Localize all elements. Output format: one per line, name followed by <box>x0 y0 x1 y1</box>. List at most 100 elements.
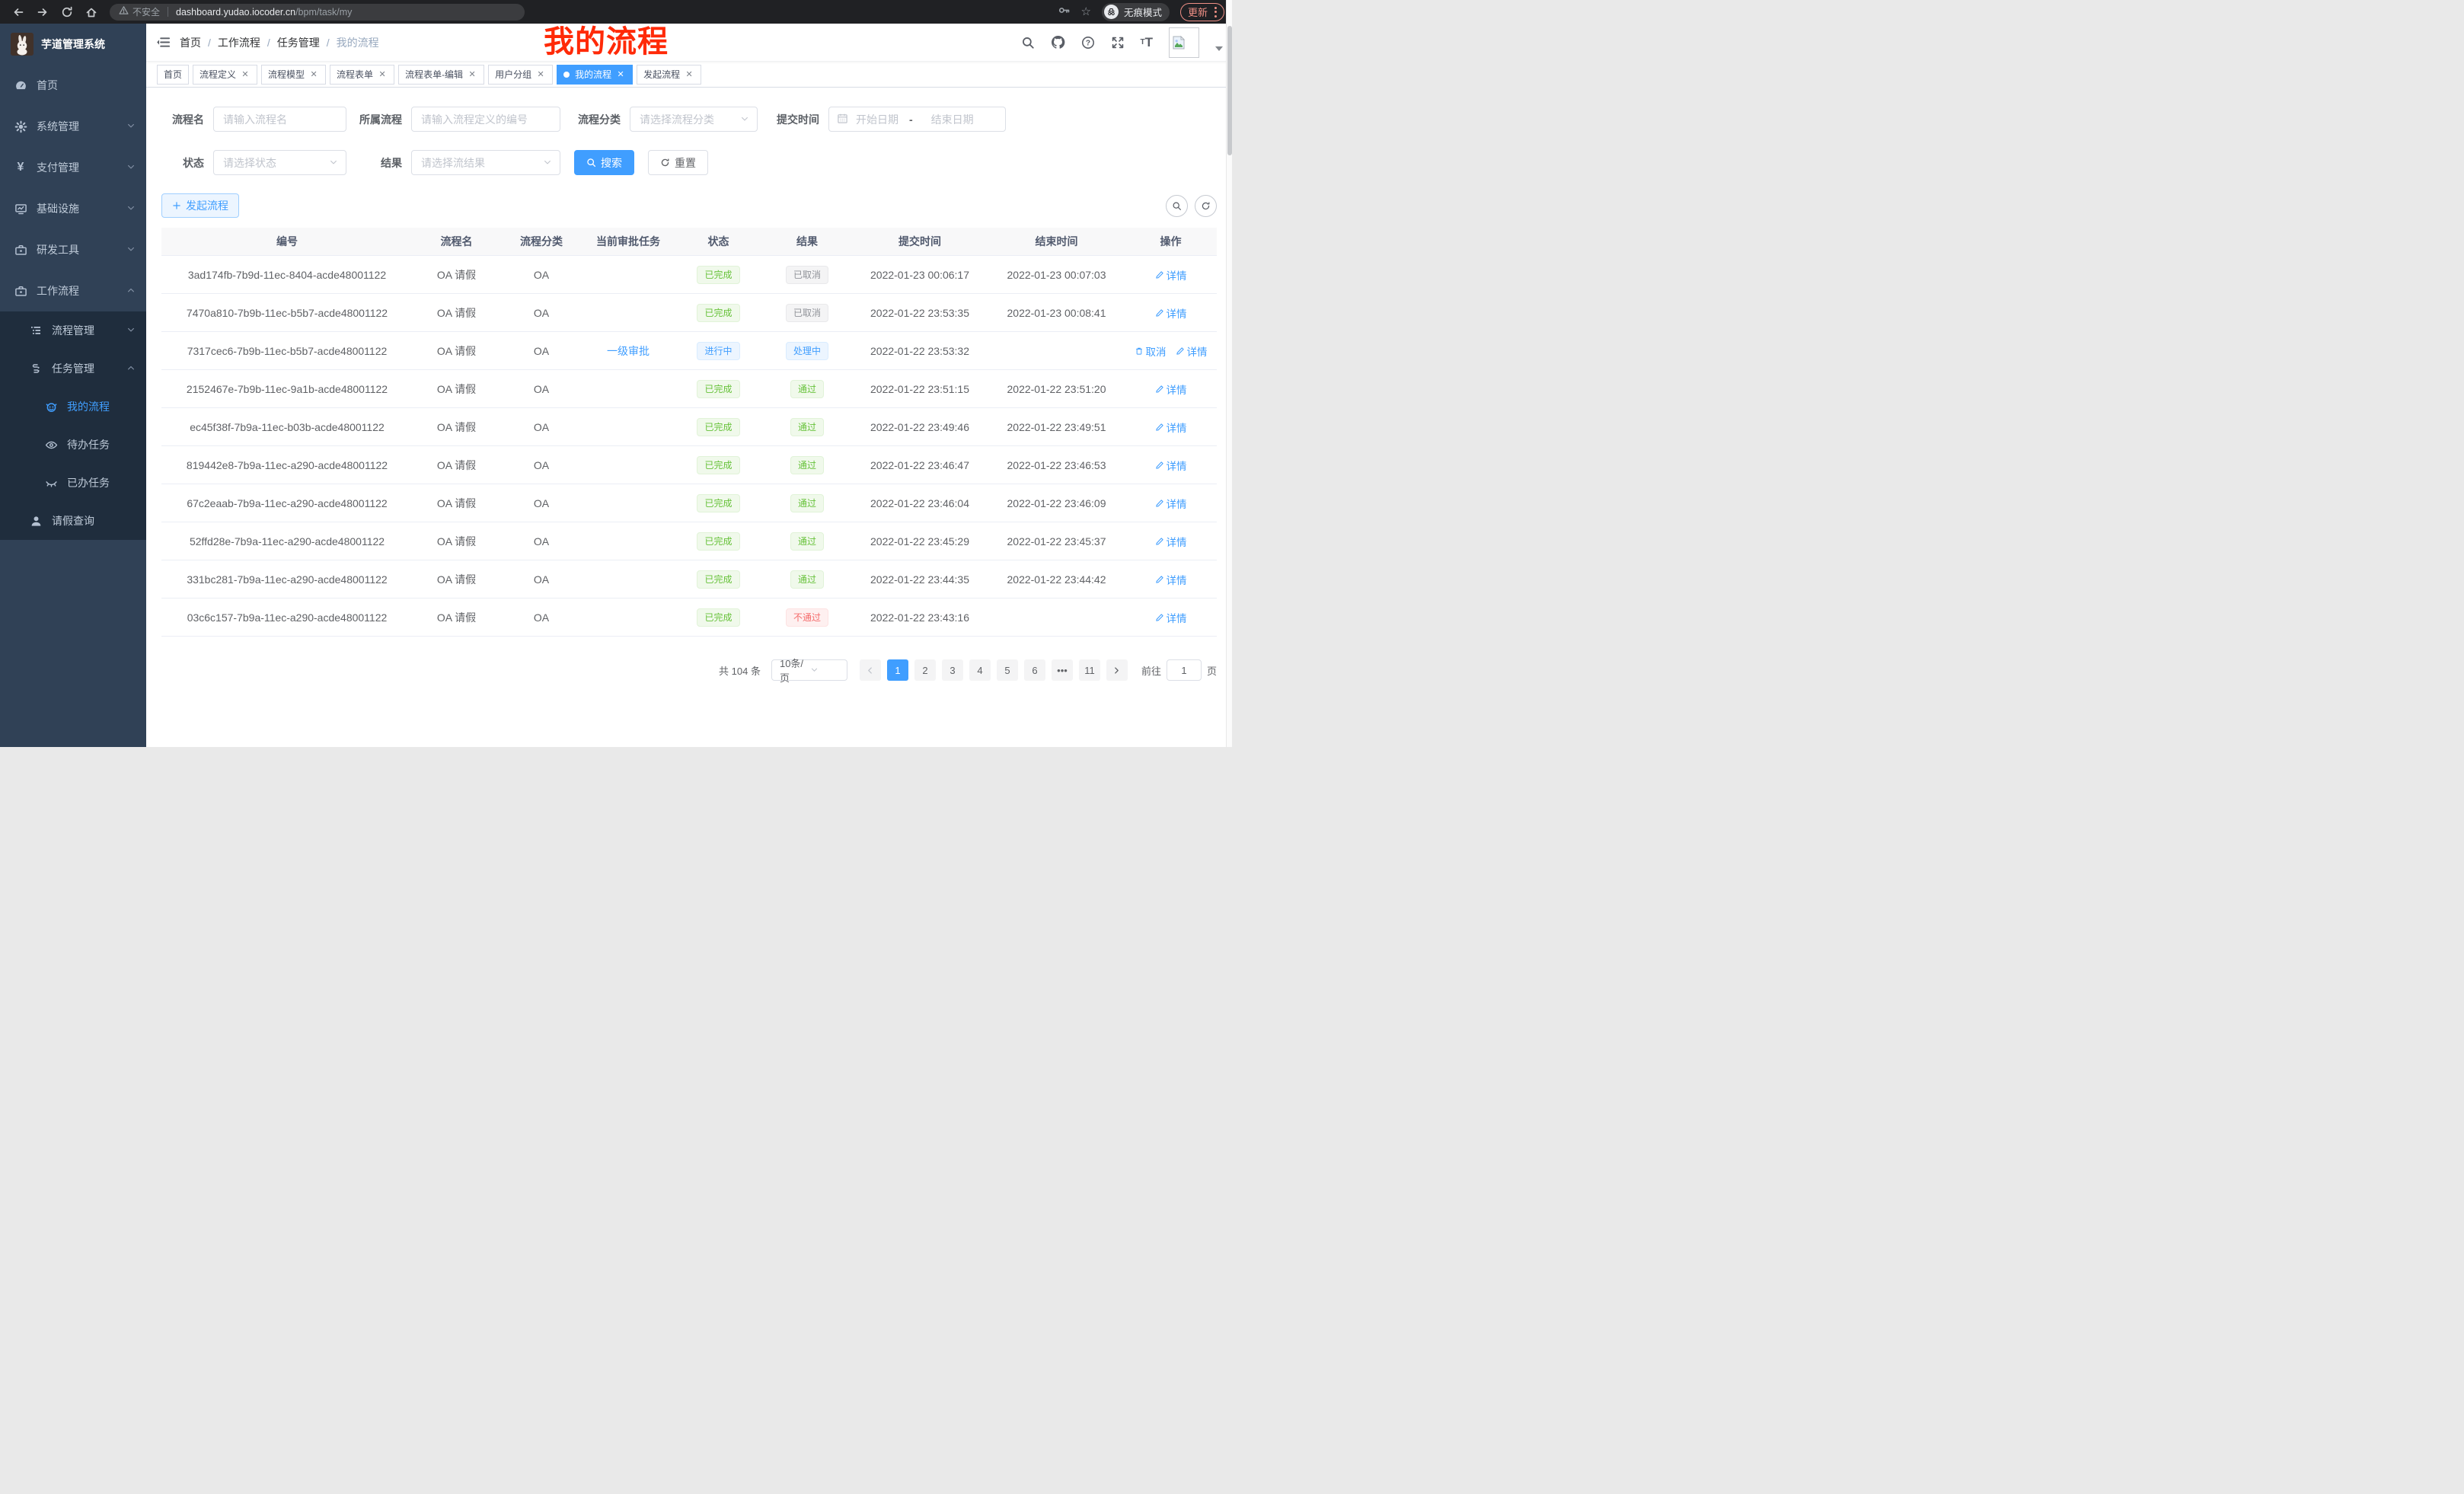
breadcrumb-current: 我的流程 <box>337 35 379 50</box>
password-key-icon[interactable] <box>1058 4 1071 21</box>
sidebar-item-process-mgmt[interactable]: 流程管理 <box>0 311 146 350</box>
status-badge: 已完成 <box>697 418 739 436</box>
sidebar-item-workflow[interactable]: 工作流程 <box>0 270 146 311</box>
browser-update-button[interactable]: 更新 <box>1180 3 1224 21</box>
browser-reload-icon[interactable] <box>61 6 73 18</box>
process-definition-input[interactable] <box>411 107 560 132</box>
page-button-1[interactable]: 1 <box>887 659 908 681</box>
current-task-link[interactable]: 一级审批 <box>607 343 650 359</box>
tab-start-process[interactable]: 发起流程✕ <box>637 65 701 85</box>
bookmark-star-icon[interactable]: ☆ <box>1081 6 1091 18</box>
sidebar-item-todo-tasks[interactable]: 待办任务 <box>0 426 146 464</box>
refresh-button[interactable] <box>1195 195 1217 217</box>
tab-process-form-edit[interactable]: 流程表单-编辑✕ <box>398 65 484 85</box>
detail-link[interactable]: 详情 <box>1155 381 1187 397</box>
fullscreen-icon[interactable] <box>1111 36 1125 49</box>
submit-time-range-picker[interactable]: 开始日期 - 结束日期 <box>828 107 1006 132</box>
page-button-4[interactable]: 4 <box>969 659 991 681</box>
sidebar-item-infra[interactable]: 基础设施 <box>0 188 146 229</box>
tab-process-form[interactable]: 流程表单✕ <box>330 65 394 85</box>
scrollbar-thumb[interactable] <box>1227 26 1232 155</box>
sidebar-item-my-process[interactable]: 我的流程 <box>0 388 146 426</box>
start-process-button[interactable]: 发起流程 <box>161 193 239 218</box>
page-button-5[interactable]: 5 <box>997 659 1018 681</box>
sidebar-item-done-tasks[interactable]: 已办任务 <box>0 464 146 502</box>
github-icon[interactable] <box>1051 35 1065 49</box>
status-select[interactable]: 请选择状态 <box>213 150 346 175</box>
category-select[interactable]: 请选择流程分类 <box>630 107 758 132</box>
cancel-link[interactable]: 取消 <box>1135 343 1167 359</box>
detail-link[interactable]: 详情 <box>1155 572 1187 587</box>
result-badge: 通过 <box>790 380 824 398</box>
page-button-6[interactable]: 6 <box>1024 659 1045 681</box>
browser-home-icon[interactable] <box>85 6 97 18</box>
close-icon[interactable]: ✕ <box>615 69 626 80</box>
sidebar-item-payment[interactable]: ¥ 支付管理 <box>0 147 146 188</box>
tab-user-group[interactable]: 用户分组✕ <box>488 65 553 85</box>
close-icon[interactable]: ✕ <box>308 69 319 80</box>
detail-link[interactable]: 详情 <box>1155 305 1187 321</box>
result-select[interactable]: 请选择流结果 <box>411 150 560 175</box>
detail-link[interactable]: 详情 <box>1155 458 1187 473</box>
next-page-button[interactable] <box>1106 659 1128 681</box>
tree-list-icon <box>29 324 43 337</box>
close-icon[interactable]: ✕ <box>684 69 694 80</box>
search-icon[interactable] <box>1021 36 1035 49</box>
avatar[interactable] <box>1169 27 1199 58</box>
toggle-search-button[interactable] <box>1166 195 1188 217</box>
reset-button[interactable]: 重置 <box>648 150 708 175</box>
goto-page-input[interactable] <box>1167 659 1202 681</box>
tab-home[interactable]: 首页 <box>157 65 189 85</box>
total-count: 共 104 条 <box>719 663 761 678</box>
app-logo[interactable]: 芋道管理系统 <box>0 24 146 65</box>
detail-link[interactable]: 详情 <box>1155 267 1187 283</box>
browser-back-icon[interactable] <box>12 6 24 18</box>
scrollbar-track[interactable] <box>1226 0 1232 747</box>
tab-process-model[interactable]: 流程模型✕ <box>261 65 326 85</box>
table-row: 7317cec6-7b9b-11ec-b5b7-acde48001122 OA … <box>161 332 1217 370</box>
sidebar: 芋道管理系统 首页 系统管理 ¥ 支付管理 <box>0 24 146 747</box>
prev-page-button[interactable] <box>860 659 881 681</box>
sidebar-toggle-icon[interactable] <box>146 24 180 61</box>
detail-link[interactable]: 详情 <box>1176 343 1208 359</box>
chevron-down-icon <box>740 113 749 126</box>
sidebar-item-leave-query[interactable]: 请假查询 <box>0 502 146 540</box>
sidebar-item-task-mgmt[interactable]: 任务管理 <box>0 350 146 388</box>
sidebar-item-devtools[interactable]: 研发工具 <box>0 229 146 270</box>
sidebar-item-system[interactable]: 系统管理 <box>0 106 146 147</box>
robot-icon <box>44 401 58 413</box>
detail-link[interactable]: 详情 <box>1155 534 1187 549</box>
tab-my-process[interactable]: 我的流程✕ <box>557 65 633 85</box>
page-size-select[interactable]: 10条/页 <box>771 659 847 681</box>
breadcrumb-home[interactable]: 首页 <box>180 35 201 50</box>
more-pages-button[interactable]: ••• <box>1052 659 1073 681</box>
font-size-icon[interactable]: TT <box>1141 36 1154 49</box>
close-icon[interactable]: ✕ <box>535 69 546 80</box>
process-name-input[interactable] <box>213 107 346 132</box>
browser-forward-icon[interactable] <box>37 6 49 18</box>
close-icon[interactable]: ✕ <box>377 69 388 80</box>
url-path: /bpm/task/my <box>295 7 352 18</box>
result-badge: 通过 <box>790 418 824 436</box>
app-title: 芋道管理系统 <box>41 37 105 52</box>
browser-toolbar: 不安全 dashboard.yudao.iocoder.cn /bpm/task… <box>0 0 1232 24</box>
close-icon[interactable]: ✕ <box>467 69 477 80</box>
page-button-2[interactable]: 2 <box>914 659 936 681</box>
avatar-caret-icon[interactable] <box>1215 46 1223 51</box>
tab-process-definition[interactable]: 流程定义✕ <box>193 65 257 85</box>
help-icon[interactable]: ? <box>1081 36 1095 49</box>
close-icon[interactable]: ✕ <box>240 69 251 80</box>
sidebar-item-home[interactable]: 首页 <box>0 65 146 106</box>
address-bar[interactable]: 不安全 dashboard.yudao.iocoder.cn /bpm/task… <box>110 4 525 21</box>
breadcrumb-workflow[interactable]: 工作流程 <box>218 35 260 50</box>
detail-link[interactable]: 详情 <box>1155 496 1187 511</box>
monitor-icon <box>14 203 27 215</box>
search-button[interactable]: 搜索 <box>574 150 634 175</box>
breadcrumb-task-mgmt[interactable]: 任务管理 <box>277 35 320 50</box>
page-button-3[interactable]: 3 <box>942 659 963 681</box>
page-content: 流程名 所属流程 流程分类 请选择流程分类 提交时间 开始日期 - 结束日期 <box>146 88 1232 747</box>
page-button-11[interactable]: 11 <box>1079 659 1100 681</box>
browser-menu-icon[interactable] <box>1214 7 1217 18</box>
detail-link[interactable]: 详情 <box>1155 420 1187 435</box>
detail-link[interactable]: 详情 <box>1155 610 1187 625</box>
